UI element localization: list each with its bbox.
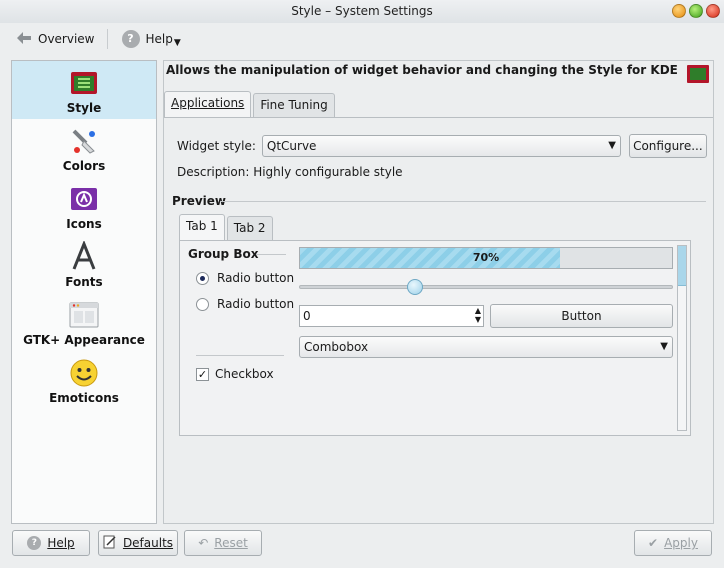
tab-label: Tab 1: [186, 219, 218, 233]
emoticons-icon: [70, 359, 98, 387]
system-settings-window: Style – System Settings Overview ? Help …: [0, 0, 724, 568]
tab-preview-1[interactable]: Tab 1: [179, 214, 225, 240]
gtk-appearance-icon: [69, 302, 99, 328]
preview-button[interactable]: Button: [490, 304, 673, 328]
tab-label: Fine Tuning: [260, 98, 328, 112]
tab-label: Applications: [171, 96, 245, 110]
divider: [196, 355, 284, 356]
progress-text: 70%: [472, 251, 500, 264]
sidebar-item-icons[interactable]: Icons: [12, 177, 156, 235]
divider: [220, 201, 706, 202]
sidebar-item-fonts[interactable]: Fonts: [12, 235, 156, 293]
sidebar-item-style[interactable]: Style: [12, 61, 156, 119]
spin-box[interactable]: 0 ▲ ▼: [299, 305, 484, 327]
close-button[interactable]: [706, 4, 720, 18]
configure-label: Configure...: [633, 139, 703, 153]
applications-tab-panel: Widget style: QtCurve ▼ Configure... Des…: [164, 117, 713, 523]
style-icon: [687, 65, 709, 83]
tab-fine-tuning[interactable]: Fine Tuning: [253, 93, 335, 117]
document-edit-icon: [103, 535, 117, 552]
apply-button[interactable]: ✔ Apply: [634, 530, 712, 556]
widget-style-combo[interactable]: QtCurve ▼: [261, 135, 621, 157]
defaults-button[interactable]: Defaults: [98, 530, 178, 556]
sidebar-item-label: Style: [66, 101, 102, 115]
help-button[interactable]: ? Help: [12, 530, 90, 556]
widget-style-row: Widget style: QtCurve ▼ Configure...: [177, 134, 707, 158]
preview-tab-bar: Tab 1 Tab 2: [179, 214, 275, 240]
chevron-down-icon: ▼: [660, 341, 668, 352]
tab-bar: Applications Fine Tuning: [164, 91, 337, 117]
minimize-button[interactable]: [672, 4, 686, 18]
combobox-value: Combobox: [304, 340, 369, 354]
defaults-button-label: Defaults: [122, 536, 174, 550]
sidebar-item-colors[interactable]: Colors: [12, 119, 156, 177]
radio-button-2[interactable]: Radio button: [196, 297, 294, 311]
radio-label: Radio button: [217, 271, 295, 285]
preview-heading: Preview: [172, 194, 227, 208]
main-panel: Allows the manipulation of widget behavi…: [163, 60, 714, 524]
scrollbar-thumb[interactable]: [678, 246, 686, 286]
window-controls: [672, 4, 720, 18]
chevron-down-icon: ▼: [173, 38, 181, 48]
overview-label: Overview: [38, 32, 95, 46]
sidebar-item-label: Colors: [62, 159, 106, 173]
help-menu-button[interactable]: ? Help ▼: [116, 26, 187, 52]
colors-icon: [72, 129, 95, 154]
undo-icon: ↶: [198, 536, 209, 550]
preview-panel: Group Box Radio button Radio button ✓ Ch…: [179, 240, 691, 436]
reset-button[interactable]: ↶ Reset: [184, 530, 262, 556]
help-icon: ?: [121, 30, 140, 48]
button-label: Button: [561, 309, 602, 323]
vertical-scrollbar[interactable]: [677, 245, 687, 431]
chevron-down-icon: ▼: [608, 140, 616, 151]
divider: [256, 254, 286, 255]
sidebar-item-label: GTK+ Appearance: [23, 333, 145, 347]
fonts-icon: [72, 241, 96, 270]
toolbar: Overview ? Help ▼: [0, 24, 724, 54]
tab-label: Tab 2: [233, 221, 266, 235]
checkmark-icon: ✔: [648, 536, 659, 550]
reset-button-label: Reset: [214, 536, 248, 550]
checkbox[interactable]: ✓ Checkbox: [196, 367, 274, 381]
page-heading: Allows the manipulation of widget behavi…: [166, 63, 678, 77]
checkmark-icon: ✓: [196, 367, 209, 381]
radio-indicator: [196, 271, 209, 285]
icons-icon: [71, 188, 97, 210]
checkbox-label: Checkbox: [215, 367, 274, 381]
slider-handle[interactable]: [407, 279, 424, 295]
overview-button[interactable]: Overview: [10, 26, 101, 52]
tab-applications[interactable]: Applications: [164, 91, 252, 117]
widget-style-value: QtCurve: [266, 139, 317, 153]
progress-bar: 70%: [299, 247, 673, 269]
spin-value: 0: [303, 309, 311, 323]
preview-combobox[interactable]: Combobox ▼: [299, 336, 673, 358]
help-label: Help: [145, 32, 173, 46]
configure-button[interactable]: Configure...: [628, 134, 707, 158]
apply-button-label: Apply: [664, 536, 698, 550]
tab-preview-2[interactable]: Tab 2: [226, 216, 273, 240]
title-bar[interactable]: Style – System Settings: [0, 0, 724, 23]
radio-indicator: [196, 297, 209, 311]
style-description: Description: Highly configurable style: [177, 165, 403, 179]
sidebar-item-label: Fonts: [65, 275, 103, 289]
slider[interactable]: [299, 279, 673, 295]
sidebar-item-label: Icons: [66, 217, 102, 231]
sidebar-item-gtk-appearance[interactable]: GTK+ Appearance: [12, 293, 156, 351]
radio-label: Radio button: [217, 297, 295, 311]
back-arrow-icon: [16, 31, 32, 48]
sidebar-item-label: Emoticons: [49, 391, 119, 405]
group-box-title: Group Box: [188, 247, 259, 261]
toolbar-separator: [106, 29, 108, 49]
radio-button-1[interactable]: Radio button: [196, 271, 294, 285]
spin-arrows-icon[interactable]: ▲ ▼: [475, 306, 481, 324]
style-icon: [71, 72, 97, 94]
help-icon: ?: [27, 536, 42, 550]
sidebar: Style Colors Icons Fonts GTK+ Appearance…: [11, 60, 157, 524]
window-title: Style – System Settings: [291, 4, 433, 18]
maximize-button[interactable]: [689, 4, 703, 18]
sidebar-item-emoticons[interactable]: Emoticons: [12, 351, 156, 409]
help-button-label: Help: [47, 536, 75, 550]
widget-style-label: Widget style:: [177, 139, 256, 153]
